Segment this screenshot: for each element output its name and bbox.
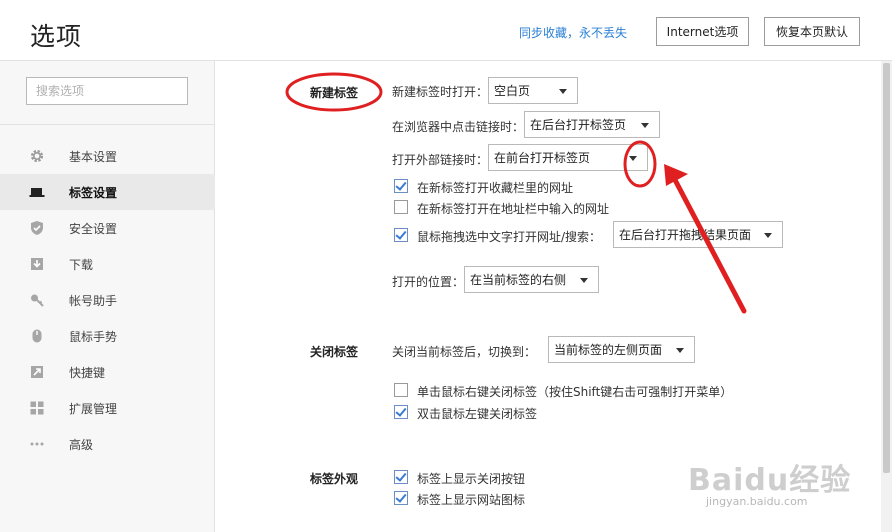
sidebar-item-security[interactable]: 安全设置 <box>0 210 215 246</box>
watermark-main: Baidu经验 <box>688 463 852 498</box>
chevron-down-icon <box>764 233 772 238</box>
tab-icon <box>29 184 45 200</box>
download-icon <box>29 256 45 272</box>
mouse-icon <box>29 328 45 344</box>
sidebar: 基本设置 标签设置 安全设置 下载 帐号助手 <box>0 61 215 532</box>
click-link-label: 在浏览器中点击链接时： <box>392 120 525 134</box>
gear-icon <box>29 148 45 164</box>
sidebar-item-advanced[interactable]: 高级 <box>0 426 215 462</box>
right-click-close-checkbox[interactable] <box>394 383 408 397</box>
drag-search-checkbox[interactable] <box>394 228 408 242</box>
sidebar-item-label: 高级 <box>69 438 94 452</box>
new-tab-page-select[interactable]: 空白页 <box>488 77 578 104</box>
chevron-down-icon <box>580 278 588 283</box>
shield-icon <box>29 220 45 236</box>
sidebar-item-shortcut[interactable]: 快捷键 <box>0 354 215 390</box>
sidebar-item-label: 安全设置 <box>69 222 118 236</box>
arrow-icon <box>29 364 45 380</box>
select-value: 在后台打开标签页 <box>530 118 627 132</box>
internet-options-button[interactable]: Internet选项 <box>656 17 749 46</box>
double-click-close-checkbox[interactable] <box>394 405 408 419</box>
chevron-down-icon <box>641 123 649 128</box>
key-icon <box>29 292 45 308</box>
show-site-icon-checkbox[interactable] <box>394 491 408 505</box>
drag-result-select[interactable]: 在后台打开拖拽结果页面 <box>613 221 783 248</box>
select-value: 当前标签的左侧页面 <box>554 343 663 357</box>
sidebar-item-label: 下载 <box>69 258 94 272</box>
chevron-down-icon <box>559 89 567 94</box>
sidebar-divider <box>0 124 215 125</box>
select-value: 在后台打开拖拽结果页面 <box>619 228 752 242</box>
sidebar-item-account[interactable]: 帐号助手 <box>0 282 215 318</box>
sidebar-item-label: 鼠标手势 <box>69 330 118 344</box>
open-addressbar-new-tab-checkbox[interactable] <box>394 200 408 214</box>
sidebar-item-label: 帐号助手 <box>69 294 118 308</box>
section-title-new-tab: 新建标签 <box>310 86 359 100</box>
restore-defaults-button[interactable]: 恢复本页默认 <box>764 17 860 46</box>
external-link-label: 打开外部链接时： <box>392 153 489 167</box>
sidebar-item-basic[interactable]: 基本设置 <box>0 138 215 174</box>
checkbox-label: 单击鼠标右键关闭标签（按住Shift键右击可强制打开菜单） <box>417 385 733 399</box>
checkbox-label: 标签上显示关闭按钮 <box>417 472 526 486</box>
baidu-jingyan-watermark: Baidu经验 jingyan.baidu.com <box>688 455 851 508</box>
sidebar-item-label: 扩展管理 <box>69 402 118 416</box>
content-scrollbar[interactable] <box>881 61 892 532</box>
select-value: 空白页 <box>494 84 531 98</box>
sidebar-item-label: 基本设置 <box>69 150 118 164</box>
open-new-tab-label: 新建标签时打开： <box>392 85 489 99</box>
sidebar-item-extensions[interactable]: 扩展管理 <box>0 390 215 426</box>
sidebar-nav: 基本设置 标签设置 安全设置 下载 帐号助手 鼠标手势 快捷键 扩展管理 高级 <box>0 138 215 462</box>
section-title-close-tab: 关闭标签 <box>310 345 359 359</box>
show-close-button-checkbox[interactable] <box>394 470 408 484</box>
section-title-tab-appearance: 标签外观 <box>310 472 359 486</box>
checkbox-label: 在新标签打开收藏栏里的网址 <box>417 181 574 195</box>
sidebar-item-gesture[interactable]: 鼠标手势 <box>0 318 215 354</box>
grid-icon <box>29 400 45 416</box>
scrollbar-thumb[interactable] <box>883 63 890 473</box>
sidebar-item-label: 标签设置 <box>69 186 118 200</box>
after-close-select[interactable]: 当前标签的左侧页面 <box>548 336 695 363</box>
annotation-arrow-head <box>664 164 688 186</box>
checkbox-label: 双击鼠标左键关闭标签 <box>417 407 538 421</box>
open-position-select[interactable]: 在当前标签的右侧 <box>464 266 599 293</box>
chevron-down-icon <box>629 156 637 161</box>
open-position-label: 打开的位置： <box>392 275 465 289</box>
checkbox-label: 标签上显示网站图标 <box>417 493 526 507</box>
sidebar-item-download[interactable]: 下载 <box>0 246 215 282</box>
click-link-select[interactable]: 在后台打开标签页 <box>524 111 660 138</box>
select-value: 在当前标签的右侧 <box>470 273 567 287</box>
search-input[interactable] <box>26 77 188 105</box>
open-favorites-new-tab-checkbox[interactable] <box>394 179 408 193</box>
more-icon <box>29 436 45 452</box>
select-value: 在前台打开标签页 <box>494 151 591 165</box>
chevron-down-icon <box>676 348 684 353</box>
sidebar-item-tabs[interactable]: 标签设置 <box>0 174 215 210</box>
checkbox-label: 在新标签打开在地址栏中输入的网址 <box>417 202 610 216</box>
sync-favorites-link[interactable]: 同步收藏，永不丢失 <box>519 24 627 41</box>
external-link-select[interactable]: 在前台打开标签页 <box>488 144 648 171</box>
header-bar: 选项 同步收藏，永不丢失 Internet选项 恢复本页默认 <box>0 0 892 61</box>
page-title: 选项 <box>30 22 83 51</box>
sidebar-item-label: 快捷键 <box>69 366 106 380</box>
checkbox-label: 鼠标拖拽选中文字打开网址/搜索： <box>417 230 602 244</box>
after-close-label: 关闭当前标签后，切换到： <box>392 345 537 359</box>
